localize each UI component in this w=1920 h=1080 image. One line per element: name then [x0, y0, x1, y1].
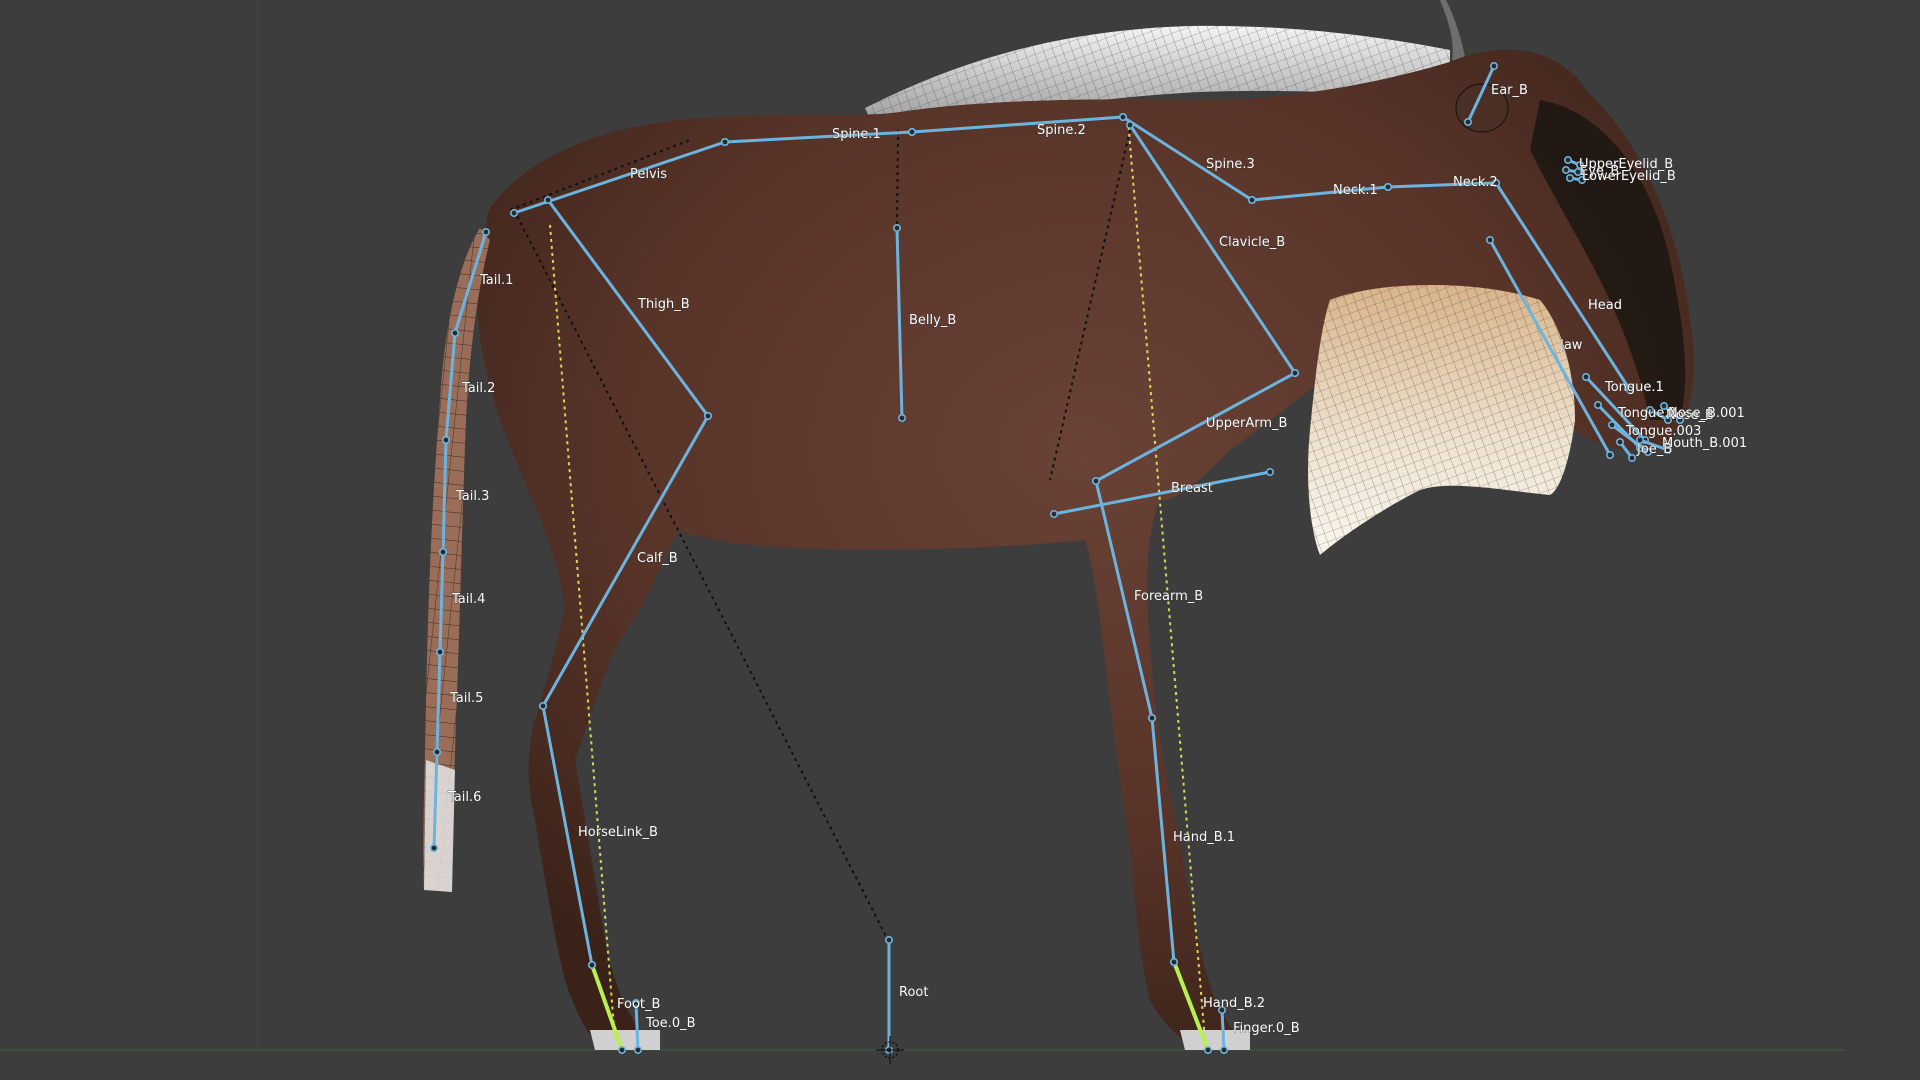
bone-tail-6-tail-joint[interactable]: [429, 843, 438, 852]
bone-belly-b-tail-joint[interactable]: [897, 413, 906, 422]
bone-tongue-3-head-joint[interactable]: [1608, 420, 1617, 429]
bone-forearm-b-head-joint[interactable]: [1092, 476, 1101, 485]
bone-label-tail-2: Tail.2: [461, 381, 495, 396]
bone-horselink-b-head-joint[interactable]: [538, 701, 547, 710]
bone-label-joe-b: Joe_B: [1636, 442, 1672, 457]
bone-label-head: Head: [1588, 298, 1622, 313]
bone-label-spine-1: Spine.1: [832, 127, 881, 142]
bone-label-foot-b: Foot_B: [617, 997, 660, 1012]
bone-tail-2-head-joint[interactable]: [450, 328, 459, 337]
bone-label-belly-b: Belly_B: [909, 313, 956, 328]
bone-label-spine-2: Spine.2: [1037, 123, 1086, 138]
bone-label-root: Root: [899, 985, 928, 1000]
wildebeest-mesh: [423, 0, 1694, 1050]
bone-hand-b-2-tail-joint[interactable]: [1204, 1046, 1213, 1055]
bone-finger-b-tail-joint[interactable]: [1220, 1046, 1229, 1055]
bone-label-calf-b: Calf_B: [637, 551, 678, 566]
bone-hand-b-2-head-joint[interactable]: [1170, 957, 1179, 966]
bone-label-tail-6: Tail.6: [447, 790, 481, 805]
bone-clavicle-b-head-joint[interactable]: [1126, 121, 1135, 130]
bone-label-toe-b: Toe.0_B: [645, 1016, 696, 1031]
bone-hand-b-1-head-joint[interactable]: [1148, 713, 1157, 722]
bone-uppereyelid-b-head-joint[interactable]: [1564, 156, 1573, 165]
bone-label-finger-b: Finger.0_B: [1233, 1021, 1300, 1036]
bone-spine-3-head-joint[interactable]: [1119, 113, 1128, 122]
bone-label-tail-5: Tail.5: [449, 691, 483, 706]
bone-tail-6-head-joint[interactable]: [432, 747, 441, 756]
bone-label-jaw: Jaw: [1559, 338, 1583, 353]
bone-label-tail-1: Tail.1: [479, 273, 513, 288]
bone-label-pelvis: Pelvis: [630, 167, 667, 182]
bone-tail-5-head-joint[interactable]: [435, 647, 444, 656]
bone-neck-1-head-joint[interactable]: [1248, 196, 1257, 205]
3d-cursor-icon: [876, 1036, 904, 1064]
bone-upperarm-b-head-joint[interactable]: [1291, 368, 1300, 377]
bone-tail-4-head-joint[interactable]: [438, 547, 447, 556]
bone-jaw-head-joint[interactable]: [1486, 236, 1495, 245]
bone-label-lowereyelid-b: LowerEyelid_B: [1582, 169, 1676, 184]
3d-viewport[interactable]: Spine.1 Spine.2 Spine.3 Pelvis Tail.1 Ta…: [0, 0, 1920, 1080]
bone-pelvis-tail-joint[interactable]: [720, 138, 729, 147]
bone-label-forearm-b: Forearm_B: [1134, 589, 1203, 604]
bone-thigh-b-head-joint[interactable]: [543, 196, 552, 205]
bone-foot-b-tail-joint[interactable]: [617, 1046, 626, 1055]
bone-label-neck-2: Neck.2: [1453, 175, 1498, 190]
bone-label-breast: Breast: [1171, 481, 1213, 496]
bone-label-clavicle-b: Clavicle_B: [1219, 235, 1285, 250]
bone-breast-tail-joint[interactable]: [1266, 467, 1275, 476]
bone-toe-b-tail-joint[interactable]: [633, 1046, 642, 1055]
bone-tongue-2-head-joint[interactable]: [1594, 400, 1603, 409]
bone-tail-1-head-joint[interactable]: [481, 228, 490, 237]
bone-pelvis-head-joint[interactable]: [509, 209, 518, 218]
bone-label-thigh-b: Thigh_B: [637, 297, 690, 312]
bone-label-mouth-b-001: Mouth_B.001: [1662, 436, 1747, 451]
bone-tail-3-head-joint[interactable]: [441, 435, 450, 444]
bone-breast-head-joint[interactable]: [1050, 509, 1059, 518]
bone-ear-b-head-joint[interactable]: [1464, 118, 1473, 127]
bone-label-tail-3: Tail.3: [455, 489, 489, 504]
bone-neck-2-head-joint[interactable]: [1384, 183, 1393, 192]
viewport-canvas[interactable]: Spine.1 Spine.2 Spine.3 Pelvis Tail.1 Ta…: [0, 0, 1920, 1080]
bone-finger-b[interactable]: [1220, 1008, 1226, 1052]
bone-label-ear-b: Ear_B: [1491, 83, 1528, 98]
bone-jaw-tail-joint[interactable]: [1606, 450, 1615, 459]
bone-joe-b-tail-joint[interactable]: [1628, 453, 1637, 462]
bone-spine-2-head-joint[interactable]: [907, 128, 916, 137]
bone-label-tail-4: Tail.4: [451, 592, 485, 607]
bone-label-spine-3: Spine.3: [1206, 157, 1255, 172]
bone-label-hand-b-1: Hand_B.1: [1173, 830, 1235, 845]
bone-calf-b-head-joint[interactable]: [703, 411, 712, 420]
bone-label-tongue-1: Tongue.1: [1604, 380, 1664, 395]
bone-tongue-1-head-joint[interactable]: [1582, 372, 1591, 381]
bone-label-neck-1: Neck.1: [1333, 183, 1378, 198]
bone-eye-b-head-joint[interactable]: [1562, 166, 1571, 175]
bone-lowereyelid-b-head-joint[interactable]: [1566, 174, 1575, 183]
bone-ear-b-tail-joint[interactable]: [1490, 61, 1499, 70]
bone-root-head-joint[interactable]: [884, 935, 893, 944]
bone-belly-b-head-joint[interactable]: [892, 224, 901, 233]
bone-label-hand-b-2: Hand_B.2: [1203, 996, 1265, 1011]
bone-label-horselink-b: HorseLink_B: [578, 825, 658, 840]
bone-label-nose-b-001: Nose_B.001: [1668, 406, 1745, 421]
bone-joe-b-head-joint[interactable]: [1616, 437, 1625, 446]
bone-foot-b-head-joint[interactable]: [587, 960, 596, 969]
bone-label-upperarm-b: UpperArm_B: [1206, 416, 1287, 431]
